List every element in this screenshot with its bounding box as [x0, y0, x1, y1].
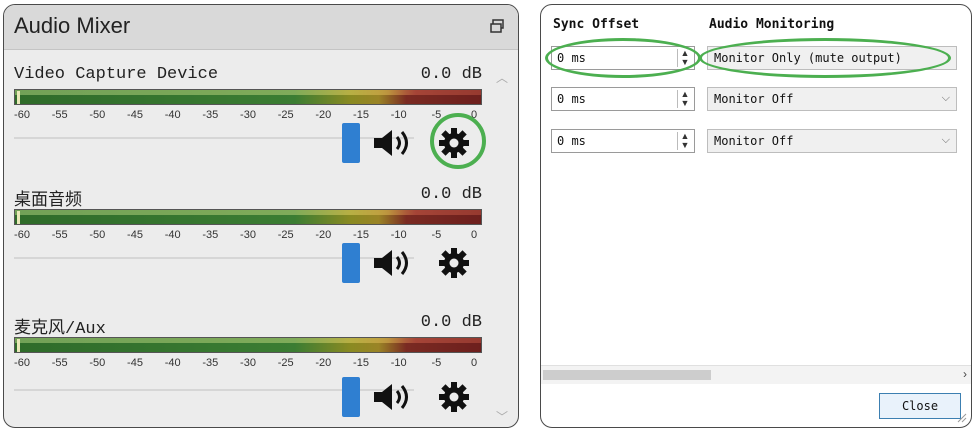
meter-tick-label: -35	[202, 229, 219, 241]
meter-tick-label: -30	[240, 109, 256, 121]
volume-meter	[14, 89, 482, 105]
mixer-title: Audio Mixer	[14, 13, 131, 38]
sync-offset-field[interactable]: 0 ms ▲ ▼	[551, 129, 695, 153]
meter-tick-label: -30	[240, 357, 256, 369]
meter-ticks: -60 -55 -50 -45 -40 -35 -30 -25 -20 -15 -10 -5 0	[14, 353, 482, 375]
meter-tick-label: -45	[127, 109, 143, 121]
volume-meter	[14, 209, 482, 225]
advanced-audio-panel: Sync Offset Audio Monitoring 0 ms ▲ ▼ Mon…	[540, 4, 972, 428]
peak-marker	[17, 211, 20, 224]
mixer-channel: 麦克风/Aux 0.0 dB -60 -55 -50 -45 -40 -35 -30 -25-…	[14, 313, 482, 427]
meter-tick-label: -20	[315, 357, 332, 369]
volume-slider-handle[interactable]	[342, 377, 360, 417]
sync-offset-header: Sync Offset	[553, 17, 640, 32]
meter-tick-label: -25	[277, 229, 294, 241]
meter-tick-label: -25	[277, 109, 294, 121]
sync-offset-field[interactable]: 0 ms ▲ ▼	[551, 87, 695, 111]
meter-tick-label: -20	[315, 229, 332, 241]
meter-highlight	[15, 210, 481, 215]
meter-tick-label: -45	[127, 357, 143, 369]
mixer-channel: Video Capture Device 0.0 dB -60 -55 -50 -45…	[14, 65, 486, 195]
audio-monitoring-select[interactable]: Monitor Off ⌵	[707, 129, 957, 153]
channel-db: 0.0 dB	[420, 185, 482, 204]
meter-tick-label: 0	[470, 357, 478, 369]
meter-tick-label: -60	[14, 357, 30, 369]
horizontal-scrollbar[interactable]: ›	[541, 365, 971, 384]
sync-offset-value: 0 ms	[557, 92, 586, 106]
meter-tick-label: -40	[164, 229, 181, 241]
meter-tick-label: -10	[390, 229, 407, 241]
meter-tick-label: -50	[89, 109, 106, 121]
close-button[interactable]: Close	[879, 393, 961, 419]
source-row: 0 ms ▲ ▼ Monitor Off ⌵	[541, 87, 971, 113]
meter-tick-label: -60	[14, 109, 30, 121]
scroll-down-icon[interactable]: ﹀	[496, 408, 508, 425]
scroll-right-icon[interactable]: ›	[963, 367, 967, 381]
peak-marker	[17, 91, 20, 104]
sync-offset-value: 0 ms	[557, 134, 586, 148]
spinner-icon[interactable]: ▲ ▼	[677, 90, 692, 108]
source-row: 0 ms ▲ ▼ Monitor Off ⌵	[541, 129, 971, 155]
gear-icon[interactable]	[438, 381, 470, 413]
meter-tick-label: -20	[315, 109, 332, 121]
meter-tick-label: 0	[470, 229, 478, 241]
gear-icon[interactable]	[438, 247, 470, 279]
meter-highlight	[15, 90, 481, 95]
channel-name: Video Capture Device	[14, 65, 219, 84]
volume-slider-handle[interactable]	[342, 243, 360, 283]
meter-tick-label: -40	[164, 357, 181, 369]
meter-tick-label: -30	[240, 229, 256, 241]
meter-tick-label: -55	[51, 357, 68, 369]
meter-ticks: -60 -55 -50 -45 -40 -35 -30 -25 -20 -15 -10 -5 0	[14, 225, 482, 247]
meter-ticks: -60 -55 -50 -45 -40 -35 -30 -25 -20 -15 -10 -5 0	[14, 105, 482, 127]
gear-icon[interactable]	[438, 127, 470, 159]
meter-tick-label: -10	[390, 109, 407, 121]
resize-grip-icon[interactable]	[957, 413, 967, 423]
meter-tick-label: -15	[353, 229, 369, 241]
volume-meter	[14, 337, 482, 353]
meter-tick-label: -55	[51, 229, 68, 241]
meter-tick-label: -15	[353, 109, 369, 121]
meter-tick-label: -15	[353, 357, 369, 369]
speaker-icon[interactable]	[372, 381, 414, 413]
meter-tick-label: -55	[51, 109, 68, 121]
monitoring-value: Monitor Off	[714, 92, 794, 106]
mixer-channel: 桌面音频 0.0 dB -60 -55 -50 -45 -40 -35 -30 -25 -20-…	[14, 185, 482, 315]
meter-tick-label: -5	[431, 357, 442, 369]
dock-icon[interactable]	[490, 19, 504, 33]
mixer-header: Audio Mixer	[4, 5, 518, 50]
chevron-down-icon[interactable]: ⌵	[942, 134, 950, 147]
spinner-icon[interactable]: ▲ ▼	[677, 132, 692, 150]
audio-mixer-panel: Audio Mixer Video Capture Device 0.0 dB …	[3, 4, 519, 428]
channel-name: 麦克风/Aux	[14, 320, 106, 339]
chevron-down-icon[interactable]: ⌵	[942, 92, 950, 105]
peak-marker	[17, 339, 20, 352]
meter-highlight	[15, 338, 481, 343]
speaker-icon[interactable]	[372, 247, 414, 279]
meter-tick-label: -45	[127, 229, 143, 241]
source-row: 0 ms ▲ ▼ Monitor Only (mute output)	[541, 38, 971, 78]
meter-tick-label: -50	[89, 229, 106, 241]
monitoring-value: Monitor Off	[714, 134, 794, 148]
meter-tick-label: -35	[202, 109, 219, 121]
meter-tick-label: -40	[164, 109, 181, 121]
meter-tick-label: -5	[431, 229, 442, 241]
meter-tick-label: -50	[89, 357, 106, 369]
meter-tick-label: -25	[277, 357, 294, 369]
channel-name: 桌面音频	[14, 192, 82, 211]
monitoring-highlight-oval	[699, 38, 951, 78]
channel-db: 0.0 dB	[420, 65, 482, 84]
offset-highlight-oval	[545, 38, 701, 78]
meter-tick-label: -35	[202, 357, 219, 369]
channel-db: 0.0 dB	[420, 313, 482, 332]
scrollbar-thumb[interactable]	[543, 370, 711, 380]
scroll-up-icon[interactable]: ︿	[496, 69, 508, 86]
audio-monitoring-select[interactable]: Monitor Off ⌵	[707, 87, 957, 111]
meter-tick-label: -10	[390, 357, 407, 369]
volume-slider-handle[interactable]	[342, 123, 360, 163]
meter-tick-label: -60	[14, 229, 30, 241]
speaker-icon[interactable]	[372, 127, 414, 159]
audio-monitoring-header: Audio Monitoring	[709, 17, 835, 32]
